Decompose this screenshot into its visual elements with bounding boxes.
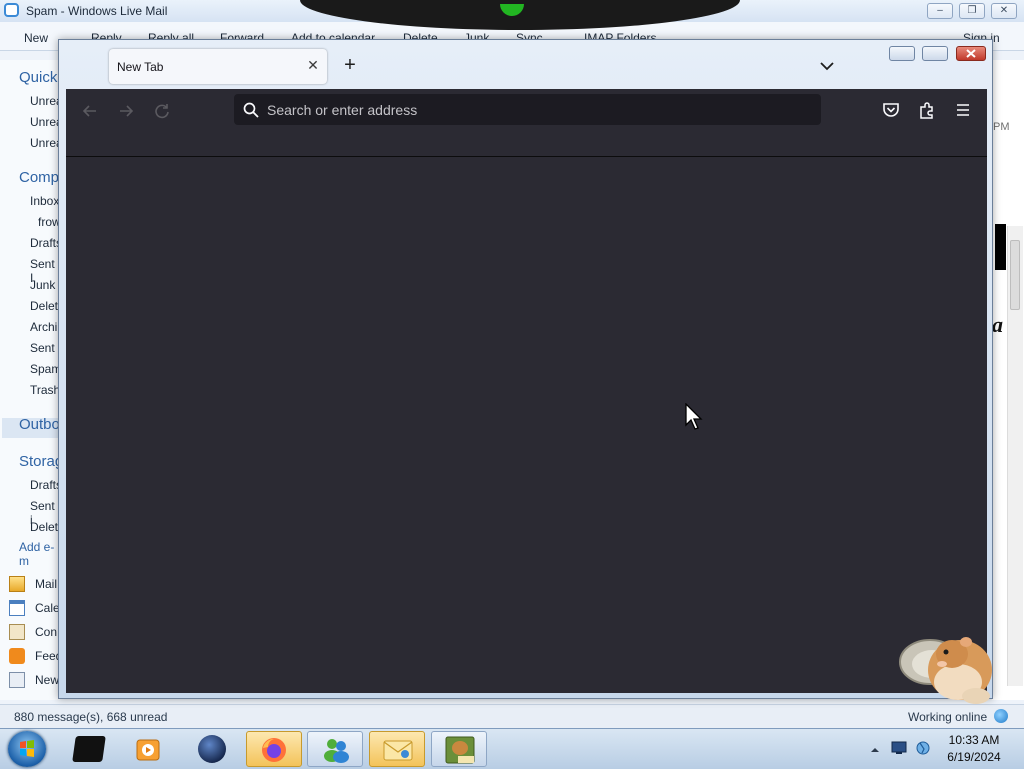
- taskbar-app-windows-live-mail[interactable]: [369, 731, 425, 767]
- show-hidden-icons-icon[interactable]: [870, 744, 880, 754]
- mail-icon: [9, 576, 25, 592]
- contacts-icon: [9, 624, 25, 640]
- action-center-icon[interactable]: [891, 741, 907, 755]
- computer-account-heading[interactable]: Comp: [19, 169, 59, 186]
- box-app-icon: [445, 736, 475, 764]
- wlm-minimize-button[interactable]: –: [927, 3, 953, 19]
- reload-icon[interactable]: [151, 100, 173, 122]
- wlm-window-title: Spam - Windows Live Mail: [26, 4, 168, 18]
- new-tab-button[interactable]: +: [340, 55, 360, 75]
- new-tab-page[interactable]: [66, 157, 987, 693]
- terminal-icon: [72, 736, 106, 762]
- folder-item-archive[interactable]: Archi: [30, 320, 57, 334]
- messenger-icon: [324, 739, 349, 763]
- firefox-icon: [262, 738, 286, 762]
- windows-live-mail-icon: [383, 740, 413, 761]
- back-icon[interactable]: [79, 100, 101, 122]
- extensions-icon[interactable]: [916, 99, 938, 121]
- quick-views-heading[interactable]: Quick: [19, 69, 57, 86]
- outbox-heading[interactable]: Outbo: [19, 416, 60, 433]
- reading-pane-scrollbar[interactable]: [1007, 226, 1023, 686]
- reading-pane-image-fragment: [995, 224, 1006, 270]
- wlm-folder-pane: Quick Unrea Unrea Unrea Comp Inbox frow …: [0, 60, 63, 700]
- app-label: Cale: [35, 601, 60, 615]
- taskbar-app-box[interactable]: [431, 731, 487, 767]
- forward-icon[interactable]: [115, 100, 137, 122]
- windows-live-mail-icon: [4, 3, 19, 17]
- storage-folders-heading[interactable]: Storag: [19, 453, 63, 470]
- tab-new-tab[interactable]: New Tab ✕: [109, 49, 327, 84]
- address-bar[interactable]: Search or enter address: [234, 94, 821, 125]
- pocket-icon[interactable]: [880, 99, 902, 121]
- app-label: New: [35, 673, 60, 687]
- calendar-icon: [9, 600, 25, 616]
- ff-minimize-button[interactable]: [889, 46, 915, 61]
- rss-feed-icon: [9, 648, 25, 664]
- new-button[interactable]: New: [24, 31, 48, 45]
- ff-close-button[interactable]: [956, 46, 986, 61]
- globe-icon: [994, 709, 1008, 723]
- folder-item-deleted[interactable]: Delet: [30, 299, 58, 313]
- start-button[interactable]: [8, 731, 46, 767]
- folder-item-sent[interactable]: Sent: [30, 341, 55, 355]
- reading-pane-text-fragment: a: [992, 312, 1003, 337]
- tab-title: New Tab: [117, 60, 164, 74]
- taskbar-app-firefox[interactable]: [246, 731, 302, 767]
- scrollbar-thumb[interactable]: [1010, 240, 1020, 310]
- folder-item-inbox[interactable]: Inbox: [30, 194, 59, 208]
- folder-item-spam[interactable]: Spam: [30, 362, 61, 376]
- wlm-restore-button[interactable]: ❐: [959, 3, 985, 19]
- hamster-sticker: [898, 624, 1002, 708]
- message-time: PM: [993, 121, 1010, 133]
- add-email-account-link[interactable]: Add e-m: [19, 540, 60, 568]
- connection-status: Working online: [908, 710, 988, 724]
- app-label: Mail: [35, 577, 58, 591]
- close-tab-icon[interactable]: ✕: [304, 55, 322, 75]
- media-player-icon: [136, 739, 160, 761]
- address-placeholder: Search or enter address: [267, 102, 418, 118]
- mouse-cursor-icon: [685, 402, 703, 431]
- taskbar: [0, 728, 1024, 769]
- wlm-status-bar: 880 message(s), 668 unread Working onlin…: [0, 704, 1024, 729]
- clock-time[interactable]: 10:33 AM: [944, 733, 1004, 747]
- ff-restore-button[interactable]: [922, 46, 948, 61]
- firefox-window: New Tab ✕ + Search or enter address: [58, 39, 993, 699]
- folder-item-junk[interactable]: Junk: [30, 278, 55, 292]
- folder-item-trash[interactable]: Trash: [30, 383, 60, 397]
- search-icon: [242, 101, 260, 119]
- clock-date[interactable]: 6/19/2024: [944, 750, 1004, 764]
- network-icon[interactable]: [915, 740, 931, 756]
- taskbar-app-messenger[interactable]: [307, 731, 363, 767]
- app-label: Con: [35, 625, 58, 639]
- menu-icon[interactable]: [952, 99, 974, 121]
- wlm-close-button[interactable]: ✕: [991, 3, 1017, 19]
- taskbar-app-terminal[interactable]: [62, 731, 118, 767]
- navigation-toolbar: Search or enter address: [66, 89, 987, 157]
- folder-item-deleted[interactable]: Delet: [30, 520, 58, 534]
- list-all-tabs-icon[interactable]: [817, 56, 837, 76]
- message-count: 880 message(s), 668 unread: [14, 710, 168, 724]
- globe-app-icon: [198, 735, 226, 763]
- taskbar-app-globe[interactable]: [184, 731, 240, 767]
- taskbar-app-media-player[interactable]: [121, 731, 177, 767]
- newsgroups-icon: [9, 672, 25, 688]
